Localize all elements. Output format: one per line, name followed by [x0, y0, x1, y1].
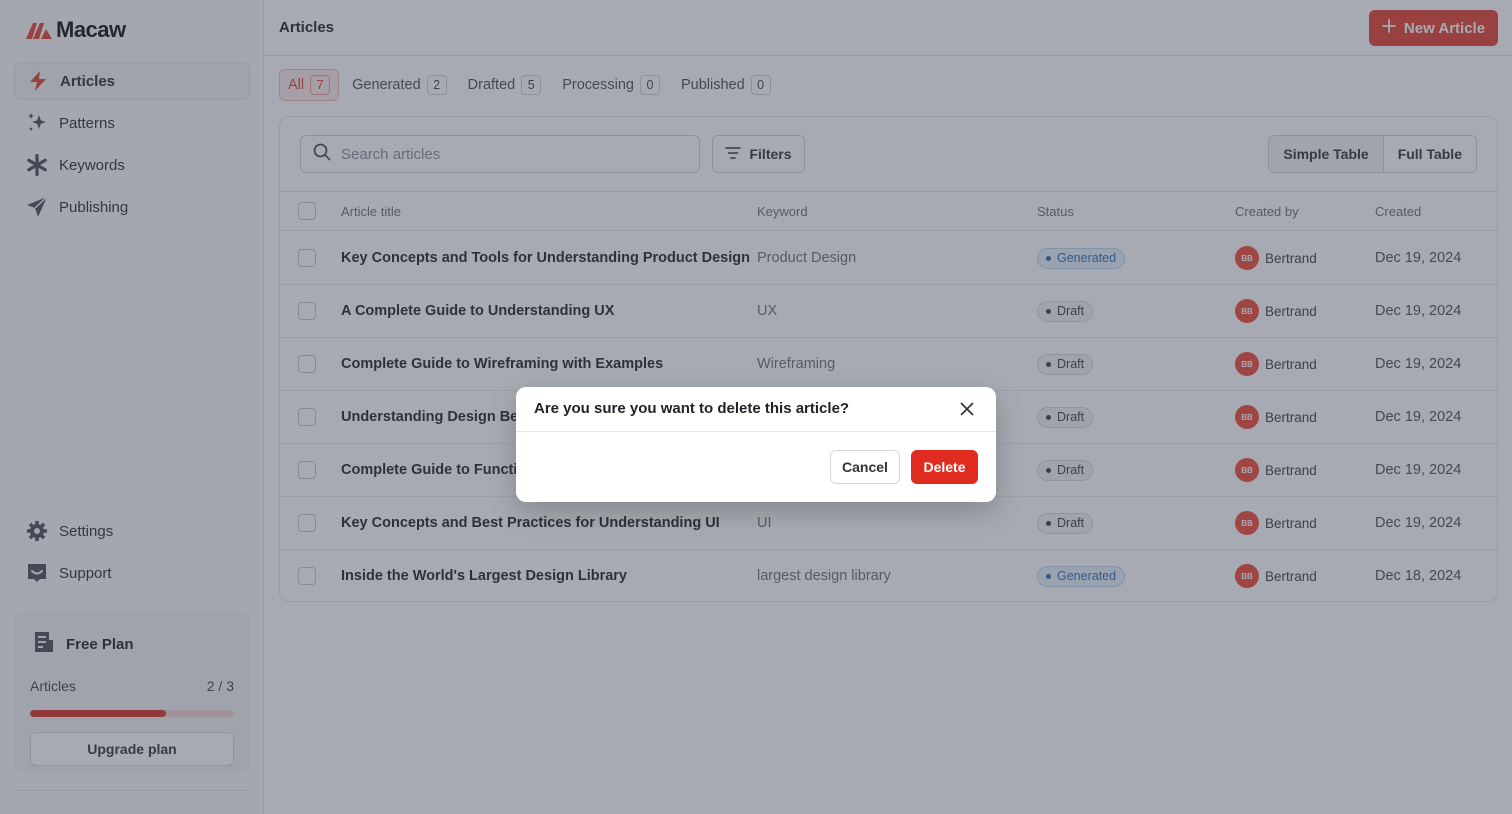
delete-confirm-dialog: Are you sure you want to delete this art…	[516, 387, 996, 502]
cancel-button[interactable]: Cancel	[830, 450, 900, 484]
close-icon[interactable]	[958, 400, 976, 418]
dialog-title: Are you sure you want to delete this art…	[534, 400, 850, 417]
delete-button[interactable]: Delete	[911, 450, 978, 484]
dialog-divider	[516, 431, 996, 432]
